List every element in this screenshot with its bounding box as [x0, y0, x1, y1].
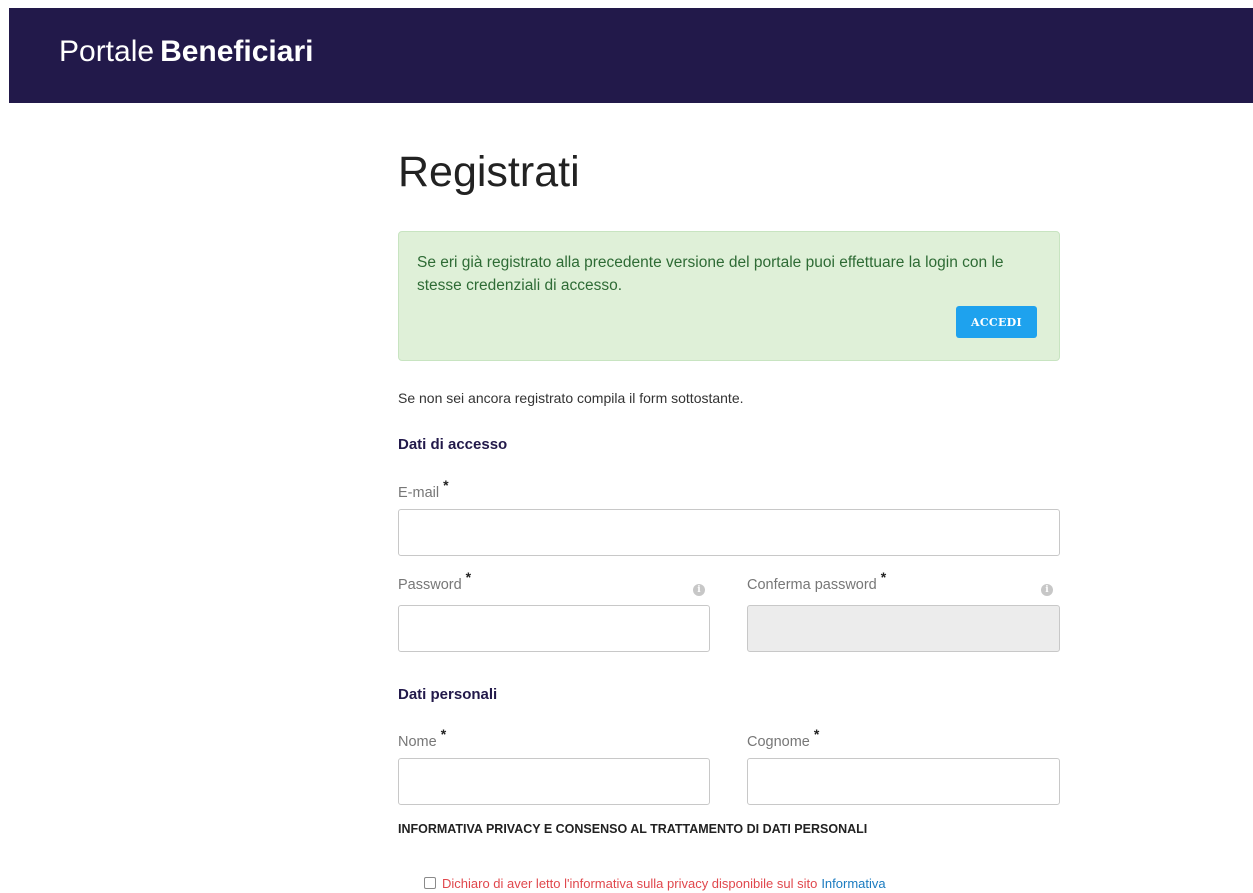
confirm-password-label: Conferma password * — [747, 569, 886, 593]
surname-label-text: Cognome — [747, 734, 810, 750]
name-label-text: Nome — [398, 734, 437, 750]
privacy-heading: INFORMATIVA PRIVACY E CONSENSO AL TRATTA… — [398, 822, 868, 836]
name-input[interactable] — [398, 758, 710, 805]
privacy-consent-checkbox[interactable] — [424, 877, 436, 889]
surname-input[interactable] — [747, 758, 1060, 805]
surname-label: Cognome * — [747, 726, 819, 750]
password-label: Password * — [398, 569, 471, 593]
info-circle-icon[interactable]: i — [1041, 584, 1053, 596]
confirm-password-label-text: Conferma password — [747, 577, 877, 593]
previous-registration-alert: Se eri già registrato alla precedente ve… — [398, 231, 1060, 361]
portal-logo[interactable]: Portale Beneficiari — [59, 34, 313, 70]
privacy-policy-link[interactable]: Informativa — [821, 876, 885, 891]
accedi-button[interactable]: ACCEDI — [956, 306, 1037, 338]
required-marker: * — [443, 477, 449, 493]
required-marker: * — [813, 726, 820, 742]
required-marker: * — [465, 569, 472, 585]
top-header-bar: Portale Beneficiari — [9, 8, 1253, 103]
intro-text: Se non sei ancora registrato compila il … — [398, 390, 744, 406]
personal-data-heading: Dati personali — [398, 686, 498, 703]
info-circle-icon[interactable]: i — [693, 584, 705, 596]
page-title: Registrati — [398, 148, 580, 196]
brand-bold-text: Beneficiari — [160, 35, 314, 68]
email-label-text: E-mail — [398, 485, 440, 501]
privacy-consent-row: Dichiaro di aver letto l'informativa sul… — [424, 876, 886, 892]
password-input[interactable] — [398, 605, 710, 652]
alert-message: Se eri già registrato alla precedente ve… — [417, 254, 1004, 294]
brand-light-text: Portale — [59, 35, 155, 68]
confirm-password-input[interactable] — [747, 605, 1060, 652]
email-label: E-mail * — [398, 477, 449, 501]
name-label: Nome * — [398, 726, 446, 750]
password-label-text: Password — [398, 577, 462, 593]
required-marker: * — [880, 569, 887, 585]
email-input[interactable] — [398, 509, 1060, 556]
required-marker: * — [440, 726, 447, 742]
privacy-consent-text: Dichiaro di aver letto l'informativa sul… — [442, 876, 818, 891]
access-data-heading: Dati di accesso — [398, 436, 508, 453]
